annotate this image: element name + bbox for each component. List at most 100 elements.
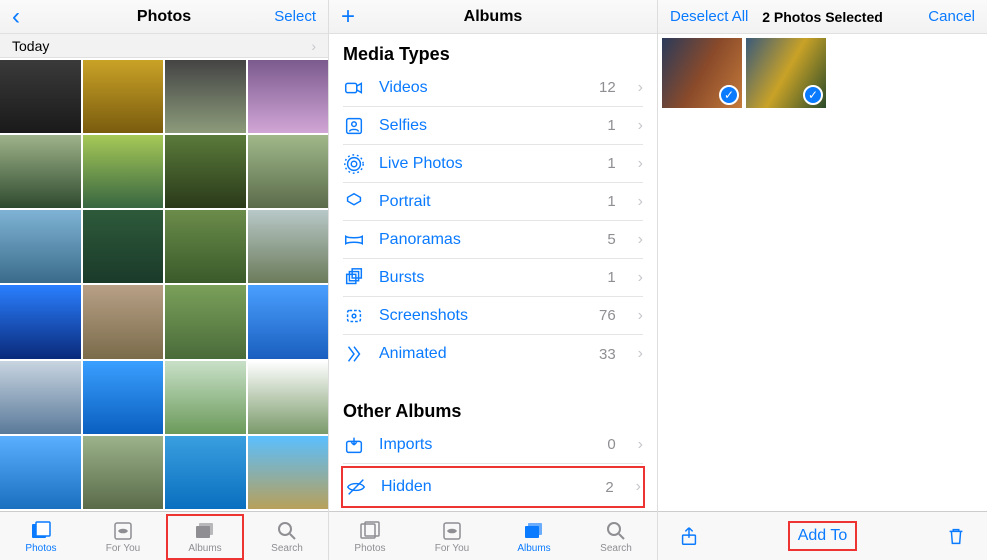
checkmark-icon: ✓ [719,85,739,105]
albums-item-livephotos[interactable]: Live Photos1› [343,145,643,183]
selected-photo-thumb[interactable]: ✓ [746,38,826,108]
photo-thumb[interactable] [83,361,164,434]
selection-pane: Deselect All 2 Photos Selected Cancel ✓ … [658,0,987,560]
foryou-icon [111,519,135,541]
chevron-right-icon: › [638,345,643,363]
chevron-right-icon: › [638,79,643,97]
tab-search[interactable]: Search [575,512,657,560]
albums-item-imports[interactable]: Imports0› [343,426,643,464]
albums-title: Albums [329,8,657,26]
select-button[interactable]: Select [274,8,316,25]
imports-icon [343,434,365,456]
photo-thumb[interactable] [83,285,164,358]
photo-thumb[interactable] [248,436,329,509]
photo-thumb[interactable] [0,210,81,283]
albums-pane: + Albums Media Types Videos12› Selfies1›… [329,0,658,560]
tab-photos[interactable]: Photos [0,512,82,560]
back-icon[interactable]: ‹ [12,5,20,29]
photo-grid [0,58,328,511]
add-icon[interactable]: + [341,5,355,29]
selected-photos-grid: ✓ ✓ [658,34,987,112]
albums-item-animated[interactable]: Animated33› [343,335,643,373]
chevron-right-icon: › [638,231,643,249]
today-label: Today [12,38,49,54]
photo-thumb[interactable] [248,285,329,358]
chevron-right-icon: › [638,155,643,173]
albums-icon [193,519,217,541]
albums-navbar: + Albums [329,0,657,34]
foryou-icon [440,519,464,541]
animated-icon [343,343,365,365]
chevron-right-icon: › [311,38,316,54]
albums-item-hidden[interactable]: Hidden2› [345,468,641,506]
albums-item-portrait[interactable]: Portrait1› [343,183,643,221]
action-bar: Add To [658,511,987,560]
photo-thumb[interactable] [248,60,329,133]
photo-thumb[interactable] [248,361,329,434]
albums-icon [522,519,546,541]
selection-navbar: Deselect All 2 Photos Selected Cancel [658,0,987,34]
highlight-box: Hidden2› [341,466,645,508]
tab-foryou[interactable]: For You [82,512,164,560]
photo-thumb[interactable] [0,285,81,358]
tab-albums[interactable]: Albums [493,512,575,560]
portrait-icon [343,191,365,213]
chevron-right-icon: › [638,193,643,211]
hidden-icon [345,476,367,498]
screenshots-icon [343,305,365,327]
deselect-all-button[interactable]: Deselect All [670,8,748,25]
photo-thumb[interactable] [165,60,246,133]
chevron-right-icon: › [638,436,643,454]
chevron-right-icon: › [638,269,643,287]
albums-item-bursts[interactable]: Bursts1› [343,259,643,297]
albums-item-selfies[interactable]: Selfies1› [343,107,643,145]
photo-thumb[interactable] [83,436,164,509]
photos-icon [358,519,382,541]
media-types-heading: Media Types [329,34,657,69]
photo-thumb[interactable] [165,210,246,283]
tabbar: Photos For You Albums Search [329,511,657,560]
photo-thumb[interactable] [83,135,164,208]
share-icon[interactable] [678,524,700,548]
photo-thumb[interactable] [165,436,246,509]
cancel-button[interactable]: Cancel [928,8,975,25]
panoramas-icon [343,229,365,251]
albums-item-screenshots[interactable]: Screenshots76› [343,297,643,335]
photo-thumb[interactable] [0,361,81,434]
photos-pane: ‹ Photos Select Today › Photos For You A… [0,0,329,560]
add-to-button[interactable]: Add To [788,521,858,551]
photo-thumb[interactable] [248,210,329,283]
selfies-icon [343,115,365,137]
selected-photo-thumb[interactable]: ✓ [662,38,742,108]
chevron-right-icon: › [638,307,643,325]
chevron-right-icon: › [638,117,643,135]
chevron-right-icon: › [636,478,641,496]
tab-photos[interactable]: Photos [329,512,411,560]
photo-thumb[interactable] [83,60,164,133]
search-icon [604,519,628,541]
trash-icon[interactable] [945,524,967,548]
photo-thumb[interactable] [0,135,81,208]
checkmark-icon: ✓ [803,85,823,105]
video-icon [343,77,365,99]
photos-navbar: ‹ Photos Select [0,0,328,34]
albums-item-panoramas[interactable]: Panoramas5› [343,221,643,259]
photo-thumb[interactable] [248,135,329,208]
bursts-icon [343,267,365,289]
photo-thumb[interactable] [165,135,246,208]
today-header[interactable]: Today › [0,34,328,58]
search-icon [275,519,299,541]
albums-item-videos[interactable]: Videos12› [343,69,643,107]
media-types-list: Videos12› Selfies1› Live Photos1› Portra… [329,69,657,373]
photo-thumb[interactable] [83,210,164,283]
photo-thumb[interactable] [0,60,81,133]
photo-thumb[interactable] [165,285,246,358]
tabbar: Photos For You Albums Search [0,511,328,560]
photos-icon [29,519,53,541]
tab-foryou[interactable]: For You [411,512,493,560]
tab-albums[interactable]: Albums [164,512,246,560]
photo-thumb[interactable] [0,436,81,509]
other-albums-heading: Other Albums [329,391,657,426]
photo-thumb[interactable] [165,361,246,434]
tab-search[interactable]: Search [246,512,328,560]
